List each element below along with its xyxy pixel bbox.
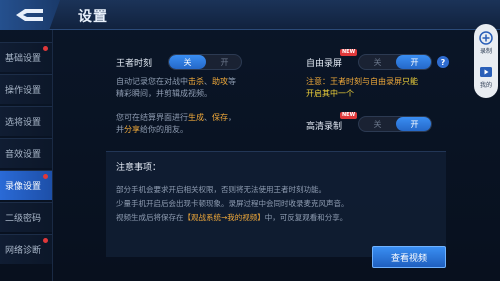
sidebar-item-label: 录像设置 bbox=[5, 182, 42, 192]
desc-text: 您可在结算界面进行 bbox=[116, 113, 188, 122]
play-box-icon bbox=[480, 67, 492, 77]
back-button[interactable] bbox=[0, 0, 60, 30]
notification-dot bbox=[43, 174, 48, 179]
toggle-off-option[interactable]: 关 bbox=[359, 55, 396, 69]
desc-text: 等 bbox=[228, 77, 236, 86]
sidebar-item-label: 选将设置 bbox=[5, 118, 42, 128]
hd-record-toggle[interactable]: 关 开 bbox=[358, 116, 432, 132]
new-badge: NEW bbox=[340, 49, 358, 56]
notice-title: 注意事项： bbox=[116, 163, 162, 173]
sidebar-item-hero-select[interactable]: 选将设置 bbox=[0, 106, 52, 136]
desc-text: 给你的朋友。 bbox=[140, 125, 188, 134]
sidebar-item-label: 音效设置 bbox=[5, 150, 42, 160]
king-moment-label: 王者时刻 bbox=[116, 59, 153, 69]
notification-dot bbox=[43, 238, 48, 243]
notice-text: 视频生成后将保存在 bbox=[116, 213, 184, 222]
desc-highlight-kill: 击杀 bbox=[188, 77, 204, 86]
note-text: 注意：王者时刻与自由录屏 bbox=[306, 77, 402, 86]
notice-path-highlight: 【观战系统→我的视频】 bbox=[183, 213, 265, 222]
toggle-on-option[interactable]: 开 bbox=[206, 55, 241, 69]
sidebar-item-basic[interactable]: 基础设置 bbox=[0, 42, 52, 72]
sidebar-item-second-password[interactable]: 二级密码 bbox=[0, 202, 52, 232]
sidebar: 基础设置 操作设置 选将设置 音效设置 录像设置 二级密码 网络诊断 bbox=[0, 30, 52, 281]
free-record-note: 注意：王者时刻与自由录屏只能 开启其中一个 bbox=[306, 76, 418, 100]
notice-line: 少量手机开启后会出现卡顿现象。录屏过程中会同时收录麦克风声音。 bbox=[116, 199, 349, 208]
sidebar-item-label: 网络诊断 bbox=[5, 246, 42, 256]
notice-text: 中，可反复观看和分享。 bbox=[264, 213, 348, 222]
my-videos-label[interactable]: 我的 bbox=[474, 80, 498, 89]
king-moment-share-description: 您可在结算界面进行生成、保存， 并分享给你的朋友。 bbox=[116, 112, 236, 136]
note-highlight: 只能 bbox=[402, 77, 418, 86]
king-moment-description: 自动记录您在对战中击杀、助攻等 精彩瞬间，并剪辑成视频。 bbox=[116, 76, 236, 100]
help-icon[interactable]: ? bbox=[437, 56, 449, 68]
header-bar: 设置 bbox=[0, 0, 500, 30]
hd-record-label: 高清录制 bbox=[306, 122, 343, 132]
view-videos-button[interactable]: 查看视频 bbox=[372, 246, 446, 268]
desc-highlight-share: 分享 bbox=[124, 125, 140, 134]
recording-settings-panel: 王者时刻 关 开 自动记录您在对战中击杀、助攻等 精彩瞬间，并剪辑成视频。 您可… bbox=[60, 30, 460, 281]
page-title: 设置 bbox=[78, 9, 108, 25]
desc-text: 精彩瞬间，并剪辑成视频。 bbox=[116, 89, 212, 98]
toggle-off-option[interactable]: 关 bbox=[359, 117, 396, 131]
desc-highlight-save: 保存 bbox=[212, 113, 228, 122]
desc-text: 自动记录您在对战中 bbox=[116, 77, 188, 86]
desc-highlight-assist: 助攻 bbox=[212, 77, 228, 86]
record-circle-icon bbox=[479, 31, 493, 45]
sidebar-item-sound[interactable]: 音效设置 bbox=[0, 138, 52, 168]
king-moment-toggle[interactable]: 关 开 bbox=[168, 54, 242, 70]
desc-text: 、 bbox=[204, 113, 212, 122]
notice-box: 注意事项： 部分手机会要求开启相关权限，否则将无法使用王者时刻功能。 少量手机开… bbox=[106, 151, 446, 257]
sidebar-item-label: 基础设置 bbox=[5, 54, 42, 64]
new-badge: NEW bbox=[340, 112, 358, 119]
sidebar-item-controls[interactable]: 操作设置 bbox=[0, 74, 52, 104]
record-label[interactable]: 录制 bbox=[474, 46, 498, 55]
my-videos-icon[interactable] bbox=[479, 64, 493, 78]
desc-highlight-generate: 生成 bbox=[188, 113, 204, 122]
desc-text: ， bbox=[228, 113, 236, 122]
right-quick-panel: 录制 我的 bbox=[474, 24, 498, 98]
toggle-off-option[interactable]: 关 bbox=[169, 55, 206, 69]
settings-screen: 设置 基础设置 操作设置 选将设置 音效设置 录像设置 二级密码 网络诊断 王者… bbox=[0, 0, 500, 281]
sidebar-divider bbox=[52, 30, 53, 281]
sidebar-item-network[interactable]: 网络诊断 bbox=[0, 234, 52, 264]
free-record-toggle[interactable]: 关 开 bbox=[358, 54, 432, 70]
free-record-label: 自由录屏 bbox=[306, 59, 343, 69]
toggle-on-option[interactable]: 开 bbox=[396, 117, 431, 131]
notification-dot bbox=[43, 46, 48, 51]
sidebar-item-label: 二级密码 bbox=[5, 214, 42, 224]
note-highlight: 开启其中一个 bbox=[306, 89, 354, 98]
desc-text: 并 bbox=[116, 125, 124, 134]
back-arrow-icon bbox=[16, 9, 43, 21]
notice-line: 部分手机会要求开启相关权限，否则将无法使用王者时刻功能。 bbox=[116, 185, 326, 194]
toggle-on-option[interactable]: 开 bbox=[396, 55, 431, 69]
notice-line: 视频生成后将保存在【观战系统→我的视频】中，可反复观看和分享。 bbox=[116, 212, 347, 223]
desc-text: 、 bbox=[204, 77, 212, 86]
sidebar-item-recording[interactable]: 录像设置 bbox=[0, 170, 52, 200]
sidebar-item-label: 操作设置 bbox=[5, 86, 42, 96]
record-icon[interactable] bbox=[479, 30, 493, 45]
